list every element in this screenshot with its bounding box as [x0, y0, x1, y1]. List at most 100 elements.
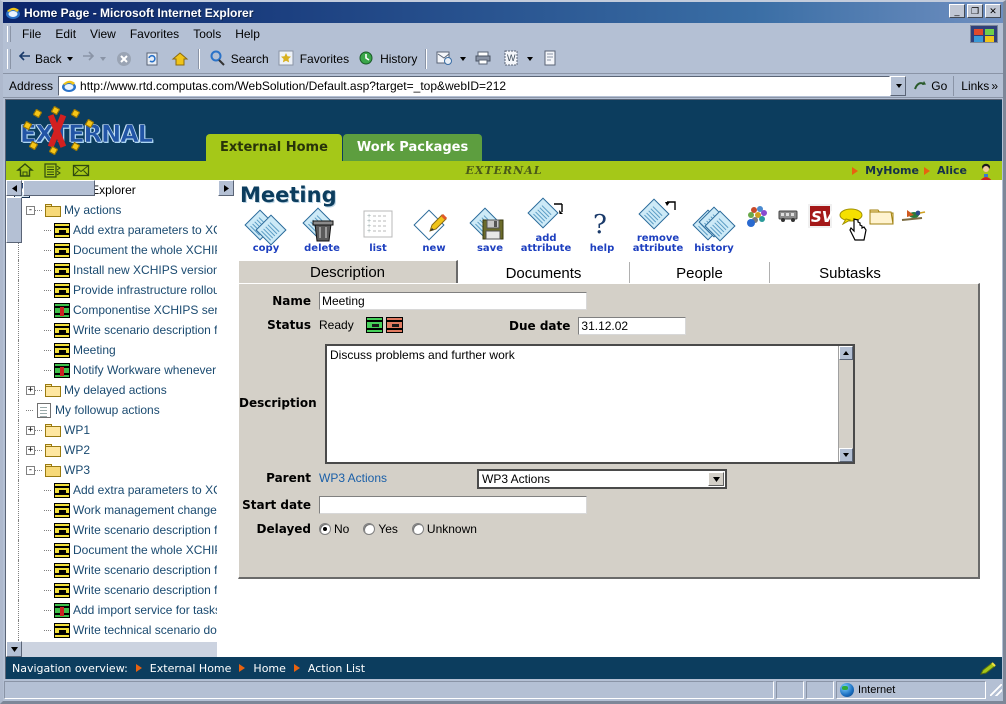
- bird-button[interactable]: [897, 198, 928, 254]
- tree-item[interactable]: Write scenario description fo: [6, 520, 217, 540]
- scroll-left-button[interactable]: [6, 180, 22, 196]
- history-button[interactable]: History: [353, 47, 421, 71]
- new-button[interactable]: new: [406, 198, 462, 254]
- tab-description[interactable]: Description: [238, 260, 458, 284]
- forward-dropdown-icon[interactable]: [100, 57, 106, 61]
- tree-vscroll-thumb[interactable]: [6, 197, 22, 243]
- parent-link[interactable]: WP3 Actions: [319, 471, 387, 485]
- delayed-radio-yes[interactable]: [363, 523, 375, 535]
- refresh-button[interactable]: [138, 47, 166, 71]
- tree-item[interactable]: +WP1: [6, 420, 217, 440]
- address-input[interactable]: http://www.rtd.computas.com/WebSolution/…: [58, 76, 890, 96]
- folder-button[interactable]: [866, 198, 897, 254]
- tree-item[interactable]: My followup actions: [6, 400, 217, 420]
- description-textarea[interactable]: Discuss problems and further work: [325, 344, 855, 464]
- maximize-button[interactable]: ❐: [967, 4, 983, 18]
- parent-select[interactable]: WP3 Actions: [477, 469, 727, 489]
- tree-item[interactable]: +WP2: [6, 440, 217, 460]
- tab-documents[interactable]: Documents: [458, 262, 630, 284]
- speech-bubble-button[interactable]: [835, 198, 866, 254]
- back-dropdown-icon[interactable]: [67, 57, 73, 61]
- search-button[interactable]: Search: [204, 47, 273, 71]
- close-button[interactable]: ✕: [985, 4, 1001, 18]
- history-button[interactable]: history: [686, 198, 742, 254]
- menu-item-file[interactable]: File: [15, 25, 48, 43]
- tab-work-packages[interactable]: Work Packages: [343, 134, 482, 161]
- my-home-link[interactable]: MyHome: [865, 164, 919, 177]
- tree-item[interactable]: -My actions: [6, 200, 217, 220]
- description-scrollbar[interactable]: [838, 346, 853, 462]
- list-button[interactable]: ++ ++ list: [350, 198, 406, 254]
- edit-dropdown-icon[interactable]: [527, 57, 533, 61]
- delete-button[interactable]: delete: [294, 198, 350, 254]
- resize-grip[interactable]: [989, 683, 1003, 697]
- tree-item[interactable]: Componentise XCHIPS servi: [6, 640, 217, 642]
- tree-item[interactable]: Write scenario description fo: [6, 320, 217, 340]
- menu-item-tools[interactable]: Tools: [186, 25, 228, 43]
- tab-external-home[interactable]: External Home: [206, 134, 342, 161]
- parent-select-chevron-down-icon[interactable]: [708, 472, 724, 486]
- favorites-button[interactable]: Favorites: [273, 47, 353, 71]
- tree-item[interactable]: Add extra parameters to XC: [6, 480, 217, 500]
- scroll-right-button[interactable]: [218, 180, 234, 196]
- tree-item[interactable]: Document the whole XCHIPS: [6, 240, 217, 260]
- menu-item-favorites[interactable]: Favorites: [123, 25, 186, 43]
- name-input[interactable]: Meeting: [319, 292, 587, 310]
- discuss-button[interactable]: [537, 47, 565, 71]
- cluster-button[interactable]: [742, 198, 773, 254]
- tree-item[interactable]: +My delayed actions: [6, 380, 217, 400]
- tree-item[interactable]: Meeting: [6, 340, 217, 360]
- status-ready-icon[interactable]: [366, 317, 383, 333]
- menu-item-help[interactable]: Help: [228, 25, 267, 43]
- add-attribute-button[interactable]: add attribute: [518, 198, 574, 254]
- tree-item[interactable]: Install new XCHIPS version a: [6, 260, 217, 280]
- menu-item-view[interactable]: View: [83, 25, 123, 43]
- address-dropdown-button[interactable]: [890, 76, 906, 96]
- start-date-input[interactable]: [319, 496, 587, 514]
- stop-button[interactable]: [110, 47, 138, 71]
- breadcrumb-external-home[interactable]: External Home: [150, 662, 232, 675]
- copy-button[interactable]: copy: [238, 198, 294, 254]
- forward-button[interactable]: [77, 47, 110, 71]
- expand-icon[interactable]: +: [26, 426, 35, 435]
- back-button[interactable]: Back: [14, 47, 77, 71]
- expand-icon[interactable]: +: [26, 446, 35, 455]
- expand-icon[interactable]: +: [26, 386, 35, 395]
- tree-horizontal-scrollbar[interactable]: [6, 642, 217, 657]
- remove-attribute-button[interactable]: remove attribute: [630, 198, 686, 254]
- home-button[interactable]: [166, 47, 194, 71]
- tree-item[interactable]: Document the whole XCHIPS: [6, 540, 217, 560]
- collapse-icon[interactable]: -: [26, 206, 35, 215]
- scroll-down-button[interactable]: [6, 641, 22, 657]
- help-button[interactable]: ? help: [574, 198, 630, 254]
- tab-subtasks[interactable]: Subtasks: [770, 262, 930, 284]
- tree-item[interactable]: Add extra parameters to XC: [6, 220, 217, 240]
- go-button[interactable]: Go: [906, 78, 953, 94]
- security-zone[interactable]: Internet: [836, 681, 986, 699]
- minimize-button[interactable]: _: [949, 4, 965, 18]
- tree-item[interactable]: -WP3: [6, 460, 217, 480]
- tree-item[interactable]: Notify Workware whenever: [6, 360, 217, 380]
- tree-item[interactable]: Work management change r: [6, 500, 217, 520]
- desc-scroll-down-button[interactable]: [839, 448, 853, 462]
- train-button[interactable]: [773, 198, 804, 254]
- save-button[interactable]: save: [462, 198, 518, 254]
- toolbar-grip[interactable]: [7, 49, 11, 69]
- user-link[interactable]: Alice: [937, 164, 967, 177]
- status-delayed-icon[interactable]: [386, 317, 403, 333]
- mail-button[interactable]: [431, 47, 470, 71]
- delayed-radio-no[interactable]: [319, 523, 331, 535]
- sv-button[interactable]: SV: [804, 198, 835, 254]
- tree-item[interactable]: Write technical scenario doc: [6, 620, 217, 640]
- links-button[interactable]: Links »: [953, 76, 1003, 96]
- collapse-icon[interactable]: -: [26, 466, 35, 475]
- tree-item[interactable]: Provide infrastructure rollout: [6, 280, 217, 300]
- menu-grip[interactable]: [7, 26, 11, 42]
- print-button[interactable]: [470, 47, 498, 71]
- delayed-radio-unknown[interactable]: [412, 523, 424, 535]
- tree-hscroll-thumb[interactable]: [23, 180, 95, 196]
- tree-item[interactable]: Componentise XCHIPS servi: [6, 300, 217, 320]
- desc-scroll-up-button[interactable]: [839, 346, 853, 360]
- menu-item-edit[interactable]: Edit: [48, 25, 83, 43]
- due-date-input[interactable]: 31.12.02: [578, 317, 686, 335]
